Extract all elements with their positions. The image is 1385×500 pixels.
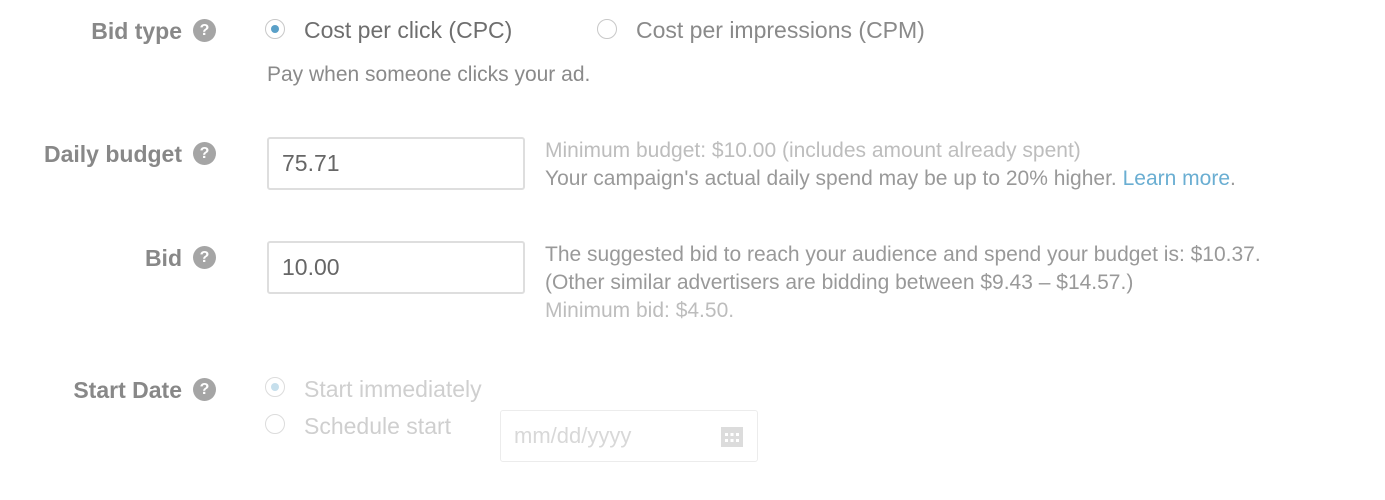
bid-label: Bid bbox=[144, 245, 182, 271]
learn-more-link[interactable]: Learn more bbox=[1123, 167, 1230, 190]
minimum-bid-hint: Minimum bid: $4.50. bbox=[545, 299, 735, 322]
start-immediately-label[interactable]: Start immediately bbox=[304, 375, 482, 403]
daily-budget-spend-text: Your campaign's actual daily spend may b… bbox=[545, 167, 1117, 190]
daily-budget-spend-hint: Your campaign's actual daily spend may b… bbox=[545, 165, 1236, 193]
start-immediately-radio[interactable] bbox=[265, 377, 285, 397]
bid-input[interactable]: 10.00 bbox=[267, 241, 525, 294]
start-date-label: Start Date bbox=[73, 377, 182, 403]
date-placeholder: mm/dd/yyyy bbox=[514, 423, 632, 448]
cpm-radio-label[interactable]: Cost per impressions (CPM) bbox=[636, 16, 925, 44]
suggested-bid-hint: The suggested bid to reach your audience… bbox=[545, 243, 1261, 266]
schedule-start-label[interactable]: Schedule start bbox=[304, 412, 451, 440]
daily-budget-input[interactable]: 75.71 bbox=[267, 137, 525, 190]
daily-budget-minimum-hint: Minimum budget: $10.00 (includes amount … bbox=[545, 139, 1081, 162]
help-icon[interactable]: ? bbox=[193, 142, 216, 165]
learn-more-period: . bbox=[1230, 167, 1236, 190]
similar-advertisers-hint: (Other similar advertisers are bidding b… bbox=[545, 271, 1134, 294]
cpc-radio[interactable] bbox=[265, 19, 285, 39]
daily-budget-label: Daily budget bbox=[43, 141, 182, 167]
bid-type-label: Bid type bbox=[91, 18, 182, 44]
help-icon[interactable]: ? bbox=[193, 378, 216, 401]
help-icon[interactable]: ? bbox=[193, 246, 216, 269]
help-icon[interactable]: ? bbox=[193, 19, 216, 42]
cpm-radio[interactable] bbox=[597, 19, 617, 39]
calendar-icon[interactable] bbox=[721, 427, 743, 447]
bid-type-description: Pay when someone clicks your ad. bbox=[267, 63, 591, 86]
cpc-radio-label[interactable]: Cost per click (CPC) bbox=[304, 16, 512, 44]
start-date-input[interactable]: mm/dd/yyyy bbox=[500, 410, 758, 462]
schedule-start-radio[interactable] bbox=[265, 414, 285, 434]
